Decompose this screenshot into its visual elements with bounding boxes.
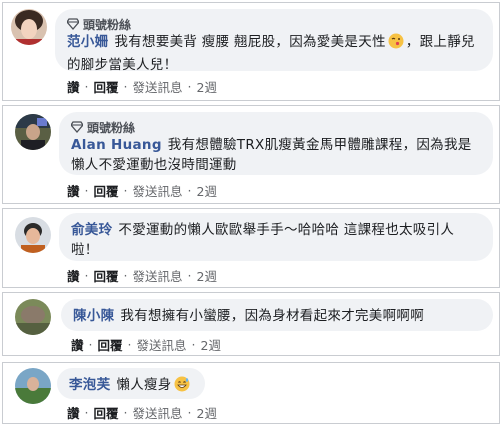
reply-button[interactable]: 回覆 bbox=[94, 403, 119, 422]
top-fan-badge[interactable]: 頭號粉絲 bbox=[71, 119, 481, 135]
comment-text: 李泡芙 懶人瘦身 bbox=[69, 375, 193, 398]
like-button[interactable]: 讚 bbox=[67, 266, 80, 285]
reply-button[interactable]: 回覆 bbox=[94, 266, 119, 285]
wink-kiss-emoji bbox=[388, 33, 404, 55]
reply-button[interactable]: 回覆 bbox=[94, 77, 119, 96]
send-message-button[interactable]: 發送訊息 bbox=[133, 403, 183, 422]
like-button[interactable]: 讚 bbox=[71, 335, 84, 354]
comment-bubble: 陳小陳 我有想擁有小蠻腰，因為身材看起來才完美啊啊啊 bbox=[61, 299, 493, 331]
avatar[interactable] bbox=[11, 9, 47, 45]
separator: · bbox=[123, 79, 128, 94]
comment-bubble: 俞美玲 不愛運動的懶人歐歐舉手手～哈哈哈 這課程也太吸引人啦！ bbox=[59, 213, 493, 261]
reply-button[interactable]: 回覆 bbox=[94, 181, 119, 200]
comment-content: 不愛運動的懶人歐歐舉手手～哈哈哈 這課程也太吸引人啦！ bbox=[71, 222, 455, 258]
send-message-button[interactable]: 發送訊息 bbox=[133, 266, 183, 285]
comment-timestamp[interactable]: 2週 bbox=[197, 181, 217, 200]
comment-timestamp[interactable]: 2週 bbox=[197, 266, 217, 285]
grin-sweat-emoji bbox=[174, 376, 190, 398]
separator: · bbox=[123, 268, 128, 283]
comment-content: 懶人瘦身 bbox=[116, 377, 172, 393]
reply-button[interactable]: 回覆 bbox=[98, 335, 123, 354]
separator: · bbox=[123, 405, 128, 420]
comment-timestamp[interactable]: 2週 bbox=[197, 403, 217, 422]
separator: · bbox=[191, 337, 196, 352]
comment-author[interactable]: 俞美玲 bbox=[71, 222, 112, 238]
comment-card: 頭號粉絲 Alan Huang 我有想體驗TRX肌瘦黃金馬甲體雕課程，因為我是懶人… bbox=[2, 105, 500, 204]
top-fan-badge[interactable]: 頭號粉絲 bbox=[67, 16, 481, 32]
comment-bubble: 頭號粉絲 范小姍 我有想要美背 瘦腰 翹屁股，因為愛美是天性 ，跟上靜兒的腳步當美人… bbox=[55, 9, 493, 73]
avatar[interactable] bbox=[15, 299, 51, 335]
comment-timestamp[interactable]: 2週 bbox=[201, 335, 221, 354]
like-button[interactable]: 讚 bbox=[67, 181, 80, 200]
badge-label: 頭號粉絲 bbox=[83, 17, 132, 32]
comment-actions: 讚 · 回覆 · 發送訊息 · 2週 bbox=[67, 181, 217, 200]
separator: · bbox=[84, 79, 89, 94]
comment-card: 頭號粉絲 范小姍 我有想要美背 瘦腰 翹屁股，因為愛美是天性 ，跟上靜兒的腳步當美人… bbox=[2, 2, 500, 101]
comment-card: 李泡芙 懶人瘦身 讚 · 回覆 · 發送訊息 · 2週 bbox=[2, 362, 500, 424]
comment-content: 我有想擁有小蠻腰，因為身材看起來才完美啊啊啊 bbox=[120, 308, 425, 324]
comment-card: 俞美玲 不愛運動的懶人歐歐舉手手～哈哈哈 這課程也太吸引人啦！ 讚 · 回覆 · 發送訊息… bbox=[2, 208, 500, 288]
comment-author[interactable]: 范小姍 bbox=[67, 34, 108, 50]
separator: · bbox=[123, 183, 128, 198]
comment-bubble: 李泡芙 懶人瘦身 bbox=[57, 368, 205, 399]
comment-text: Alan Huang 我有想體驗TRX肌瘦黃金馬甲體雕課程，因為我是懶人不愛運動也… bbox=[71, 135, 481, 175]
comment-author[interactable]: 陳小陳 bbox=[73, 308, 114, 324]
comment-actions: 讚 · 回覆 · 發送訊息 · 2週 bbox=[67, 266, 217, 285]
comment-actions: 讚 · 回覆 · 發送訊息 · 2週 bbox=[71, 335, 221, 354]
comment-bubble: 頭號粉絲 Alan Huang 我有想體驗TRX肌瘦黃金馬甲體雕課程，因為我是懶人… bbox=[59, 112, 493, 175]
send-message-button[interactable]: 發送訊息 bbox=[133, 181, 183, 200]
separator: · bbox=[187, 405, 192, 420]
comment-author[interactable]: Alan Huang bbox=[71, 137, 162, 153]
separator: · bbox=[187, 79, 192, 94]
avatar[interactable] bbox=[15, 114, 51, 150]
comment-author[interactable]: 李泡芙 bbox=[69, 377, 110, 393]
like-button[interactable]: 讚 bbox=[67, 403, 80, 422]
diamond-badge-icon bbox=[71, 121, 83, 133]
avatar[interactable] bbox=[15, 217, 51, 253]
send-message-button[interactable]: 發送訊息 bbox=[137, 335, 187, 354]
comment-actions: 讚 · 回覆 · 發送訊息 · 2週 bbox=[67, 77, 217, 96]
separator: · bbox=[187, 268, 192, 283]
comment-text: 陳小陳 我有想擁有小蠻腰，因為身材看起來才完美啊啊啊 bbox=[73, 306, 481, 326]
avatar[interactable] bbox=[15, 368, 51, 404]
comment-timestamp[interactable]: 2週 bbox=[197, 77, 217, 96]
badge-label: 頭號粉絲 bbox=[87, 120, 136, 135]
comment-content: 我有想要美背 瘦腰 翹屁股，因為愛美是天性 bbox=[114, 34, 386, 50]
separator: · bbox=[88, 337, 93, 352]
send-message-button[interactable]: 發送訊息 bbox=[133, 77, 183, 96]
separator: · bbox=[127, 337, 132, 352]
separator: · bbox=[187, 183, 192, 198]
like-button[interactable]: 讚 bbox=[67, 77, 80, 96]
comment-actions: 讚 · 回覆 · 發送訊息 · 2週 bbox=[67, 403, 217, 422]
separator: · bbox=[84, 268, 89, 283]
diamond-badge-icon bbox=[67, 18, 79, 30]
comment-text: 俞美玲 不愛運動的懶人歐歐舉手手～哈哈哈 這課程也太吸引人啦！ bbox=[71, 220, 481, 260]
separator: · bbox=[84, 405, 89, 420]
comment-text: 范小姍 我有想要美背 瘦腰 翹屁股，因為愛美是天性 ，跟上靜兒的腳步當美人兒！ bbox=[67, 32, 481, 75]
comment-card: 陳小陳 我有想擁有小蠻腰，因為身材看起來才完美啊啊啊 讚 · 回覆 · 發送訊息 · 2週 bbox=[2, 292, 500, 356]
separator: · bbox=[84, 183, 89, 198]
